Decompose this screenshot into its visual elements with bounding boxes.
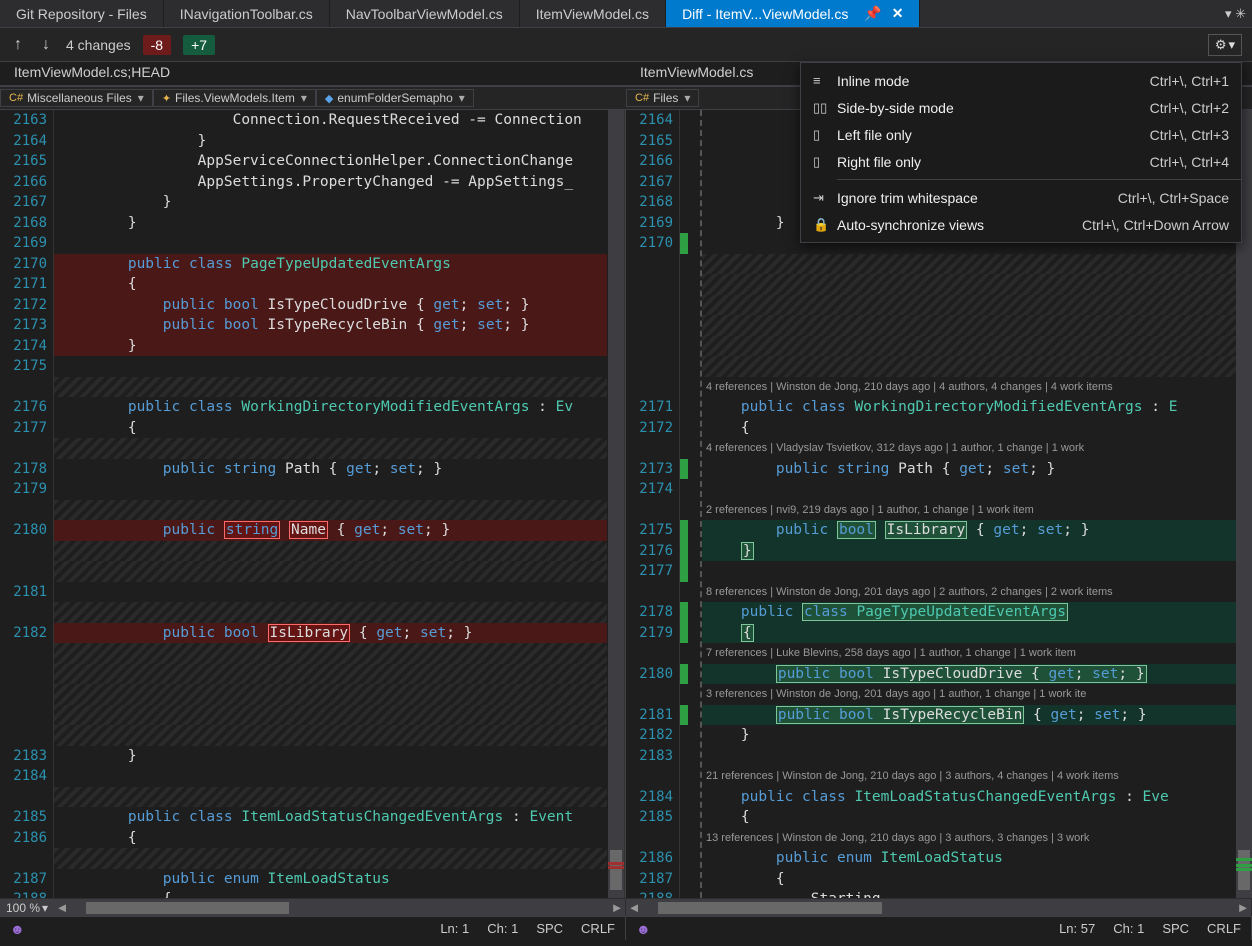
status-bar: ☻ Ln: 1 Ch: 1 SPC CRLF ☻ Ln: 57 Ch: 1 SP… <box>0 916 1252 940</box>
menu-icon: ▯▯ <box>813 100 837 116</box>
menu-icon: ≡ <box>813 73 837 88</box>
crumb-left-namespace[interactable]: ✦Files.ViewModels.Item▾ <box>153 89 316 107</box>
diff-toolbar: ↑ ↓ 4 changes -8 +7 ⚙ ▾ <box>0 28 1252 62</box>
menu-label: Side-by-side mode <box>837 100 1150 116</box>
status-ln: Ln: 1 <box>440 921 469 936</box>
left-hscroll[interactable] <box>86 900 593 916</box>
gear-icon: ⚙ <box>1215 37 1227 53</box>
status-spc: SPC <box>536 921 563 936</box>
next-change-button[interactable]: ↓ <box>38 34 54 56</box>
menu-label: Left file only <box>837 127 1150 143</box>
tab-overflow[interactable]: ▾ ✳ <box>1219 0 1252 27</box>
tab-itemviewmodel[interactable]: ItemViewModel.cs <box>520 0 666 27</box>
change-count: 4 changes <box>66 37 131 53</box>
crumb-left-member[interactable]: ◆enumFolderSemapho▾ <box>316 89 474 107</box>
hscroll-row: 100 % ▾ ◄ ► ◄ ► <box>0 898 1252 916</box>
hscroll-right-arrow[interactable]: ► <box>1235 900 1251 915</box>
crumb-label: enumFolderSemapho <box>337 91 452 105</box>
right-outline-margin <box>688 110 702 898</box>
menu-icon: ▯ <box>813 154 837 170</box>
menu-item-right-file-only[interactable]: ▯ Right file only Ctrl+\, Ctrl+4 <box>801 148 1241 175</box>
status-ch: Ch: 1 <box>487 921 518 936</box>
menu-shortcut: Ctrl+\, Ctrl+3 <box>1150 127 1229 143</box>
removed-badge: -8 <box>143 35 171 55</box>
menu-shortcut: Ctrl+\, Ctrl+Down Arrow <box>1082 217 1229 233</box>
hscroll-left-arrow[interactable]: ◄ <box>626 900 642 915</box>
prev-change-button[interactable]: ↑ <box>10 34 26 56</box>
tab-git-repository[interactable]: Git Repository - Files <box>0 0 164 27</box>
hscroll-right-arrow[interactable]: ► <box>609 900 625 915</box>
menu-label: Ignore trim whitespace <box>837 190 1118 206</box>
diff-settings-button[interactable]: ⚙ ▾ <box>1208 34 1242 56</box>
crumb-label: Files <box>653 91 678 105</box>
chevron-down-icon: ▾ <box>1228 37 1235 53</box>
left-code[interactable]: Connection.RequestReceived -= Connection… <box>54 110 607 898</box>
menu-item-left-file-only[interactable]: ▯ Left file only Ctrl+\, Ctrl+3 <box>801 121 1241 148</box>
status-crlf: CRLF <box>1207 921 1241 936</box>
menu-shortcut: Ctrl+\, Ctrl+Space <box>1118 190 1229 206</box>
right-hscroll[interactable] <box>658 900 1219 916</box>
left-pane: 2163216421652166216721682169217021712172… <box>0 110 626 898</box>
right-change-markers <box>680 110 688 898</box>
menu-item-side-by-side-mode[interactable]: ▯▯ Side-by-side mode Ctrl+\, Ctrl+2 <box>801 94 1241 121</box>
hscroll-left-arrow[interactable]: ◄ <box>54 900 70 915</box>
left-line-numbers: 2163216421652166216721682169217021712172… <box>0 110 54 898</box>
menu-icon: 🔒 <box>813 217 837 233</box>
tab-navtoolbarviewmodel[interactable]: NavToolbarViewModel.cs <box>330 0 520 27</box>
crumb-left-project[interactable]: C#Miscellaneous Files▾ <box>0 89 153 107</box>
menu-item-auto-synchronize-views[interactable]: 🔒 Auto-synchronize views Ctrl+\, Ctrl+Do… <box>801 211 1241 238</box>
crumb-right-project[interactable]: C#Files▾ <box>626 89 699 107</box>
crumb-label: Miscellaneous Files <box>27 91 132 105</box>
tab-label: Diff - ItemV...ViewModel.cs <box>682 6 848 22</box>
menu-shortcut: Ctrl+\, Ctrl+4 <box>1150 154 1229 170</box>
tab-diff-itemviewmodel[interactable]: Diff - ItemV...ViewModel.cs 📌 ✕ <box>666 0 920 27</box>
tab-inavigationtoolbar[interactable]: INavigationToolbar.cs <box>164 0 330 27</box>
menu-label: Inline mode <box>837 73 1150 89</box>
close-icon[interactable]: ✕ <box>892 5 904 22</box>
right-line-numbers: 2164216521662167216821692170217121722173… <box>626 110 680 898</box>
menu-shortcut: Ctrl+\, Ctrl+1 <box>1150 73 1229 89</box>
left-file-header: ItemViewModel.cs;HEAD <box>0 62 626 85</box>
feedback-icon[interactable]: ☻ <box>10 921 25 937</box>
menu-shortcut: Ctrl+\, Ctrl+2 <box>1150 100 1229 116</box>
added-badge: +7 <box>183 35 215 55</box>
status-crlf: CRLF <box>581 921 615 936</box>
menu-item-ignore-trim-whitespace[interactable]: ⇥ Ignore trim whitespace Ctrl+\, Ctrl+Sp… <box>801 184 1241 211</box>
menu-icon: ▯ <box>813 127 837 143</box>
feedback-icon[interactable]: ☻ <box>636 921 651 937</box>
menu-label: Auto-synchronize views <box>837 217 1082 233</box>
document-tabs: Git Repository - Files INavigationToolba… <box>0 0 1252 28</box>
status-spc: SPC <box>1162 921 1189 936</box>
zoom-level[interactable]: 100 % ▾ <box>0 901 54 915</box>
pin-icon[interactable]: 📌 <box>864 5 881 22</box>
menu-icon: ⇥ <box>813 190 837 206</box>
menu-label: Right file only <box>837 154 1150 170</box>
crumb-label: Files.ViewModels.Item <box>175 91 295 105</box>
diff-mode-menu: ≡ Inline mode Ctrl+\, Ctrl+1▯▯ Side-by-s… <box>800 62 1242 243</box>
left-vscroll[interactable] <box>608 110 624 898</box>
menu-item-inline-mode[interactable]: ≡ Inline mode Ctrl+\, Ctrl+1 <box>801 67 1241 94</box>
status-ch: Ch: 1 <box>1113 921 1144 936</box>
status-ln: Ln: 57 <box>1059 921 1095 936</box>
